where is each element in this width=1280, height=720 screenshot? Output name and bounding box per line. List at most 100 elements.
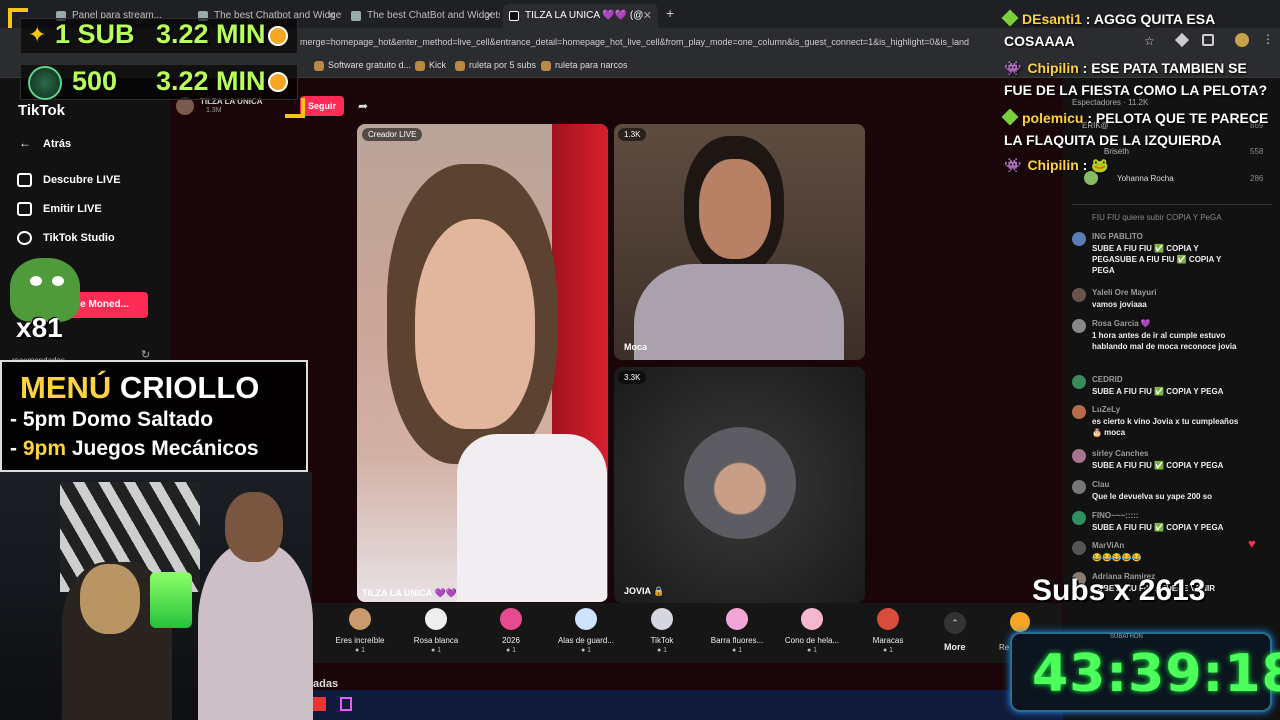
gift-name: TikTok bbox=[650, 636, 674, 645]
nav-tiktok-studio[interactable]: TikTok Studio bbox=[17, 231, 115, 245]
frame-corner bbox=[8, 8, 28, 28]
diamond-icon bbox=[1001, 9, 1019, 27]
app-icon[interactable] bbox=[312, 697, 326, 711]
gift-item[interactable]: Eres increíble ● 1 bbox=[325, 608, 395, 654]
webcam-feed bbox=[0, 472, 313, 720]
bookmark-item[interactable]: Software gratuito d... bbox=[314, 60, 411, 71]
chat-username[interactable]: Clau bbox=[1092, 480, 1109, 489]
tiktok-gift-icon bbox=[651, 608, 673, 630]
chat-username[interactable]: CEDRID bbox=[1092, 375, 1123, 384]
clock-icon bbox=[268, 26, 288, 46]
gift-item[interactable]: Rosa blanca ● 1 bbox=[401, 608, 471, 654]
gift-item[interactable]: Alas de guard... ● 1 bbox=[551, 608, 621, 654]
close-tab-icon[interactable]: ✕ bbox=[643, 4, 652, 28]
chevron-up-icon[interactable]: ⌃ bbox=[944, 612, 966, 634]
avatar bbox=[1072, 449, 1086, 463]
follow-button[interactable]: Seguir bbox=[300, 96, 344, 116]
nav-go-live[interactable]: Emitir LIVE bbox=[17, 202, 102, 216]
app-icon[interactable] bbox=[340, 697, 352, 711]
guest-video-moca[interactable] bbox=[614, 124, 865, 360]
chat-text: Que le devuelva su yape 200 so bbox=[1092, 492, 1213, 501]
guest-name: JOVIA 🔒 bbox=[624, 586, 665, 596]
menu-title-b: CRIOLLO bbox=[119, 370, 260, 405]
gift-name: Barra fluores... bbox=[710, 636, 764, 645]
bookmark-item[interactable]: ruleta por 5 subs bbox=[455, 60, 536, 71]
gift-item[interactable]: 2026 ● 1 bbox=[476, 608, 546, 654]
nav-label: Descubre LIVE bbox=[43, 174, 121, 186]
menu-item-label: Domo Saltado bbox=[71, 408, 214, 431]
recharge-button[interactable]: Re bbox=[999, 643, 1009, 652]
chat-username[interactable]: MarViAn bbox=[1092, 541, 1124, 550]
chat-username[interactable]: Rosa Garcia 💜 bbox=[1092, 319, 1151, 328]
host-badge: Creador LIVE bbox=[362, 128, 423, 141]
gift-price-value: 1 bbox=[587, 647, 592, 654]
studio-icon bbox=[17, 231, 32, 245]
camera-icon bbox=[17, 202, 32, 216]
sub-goal-count: 1 SUB bbox=[55, 19, 135, 49]
viewer-count-badge: 1.3K bbox=[618, 128, 647, 141]
new-year-gift-icon bbox=[500, 608, 522, 630]
menu-title: MENÚ CRIOLLO bbox=[20, 370, 259, 406]
cat-gift-icon bbox=[349, 608, 371, 630]
heart-icon: ♥ bbox=[1248, 536, 1256, 551]
gift-price: ● 1 bbox=[505, 647, 517, 654]
gift-price-value: 1 bbox=[512, 647, 517, 654]
gift-item[interactable]: Maracas ● 1 bbox=[853, 608, 923, 654]
overlay-chat-message: 👾 Chipilin : 🐸 bbox=[1004, 157, 1109, 173]
coin-icon[interactable] bbox=[1010, 612, 1030, 632]
host-video[interactable] bbox=[357, 124, 608, 602]
overlay-chat-message: 👾 Chipilin : ESE PATA TAMBIEN SE FUE DE L… bbox=[1004, 60, 1268, 98]
chat-username[interactable]: LuZeLy bbox=[1092, 405, 1120, 414]
gift-item[interactable]: Barra fluores... ● 1 bbox=[702, 608, 772, 654]
nav-back[interactable]: ← Atrás bbox=[17, 136, 71, 150]
chat-text: vamos joviaaa bbox=[1092, 300, 1147, 309]
section-heading: adas bbox=[313, 678, 339, 690]
chat-username[interactable]: ING PABLITO bbox=[1092, 232, 1143, 241]
overlay-chat-text: 🐸 bbox=[1091, 157, 1109, 173]
close-tab-icon[interactable]: ✕ bbox=[485, 4, 494, 28]
gift-price-value: 1 bbox=[361, 647, 366, 654]
face-shape bbox=[415, 219, 535, 429]
gift-name: Cono de hela... bbox=[784, 636, 840, 645]
person-left-hair bbox=[80, 564, 140, 634]
browser-tab-active[interactable]: TILZA LA UNICA 💜💜 (@ ✕ bbox=[503, 4, 658, 28]
avatar bbox=[1072, 232, 1086, 246]
coin-goal-count: 500 bbox=[72, 66, 118, 96]
timer-caption: SUBATHON bbox=[1110, 634, 1143, 640]
overlay-chat-user: polemicu bbox=[1022, 110, 1084, 126]
chat-system-message: FIU FIU quiere subir COPIA Y PeGA bbox=[1092, 213, 1222, 222]
more-gifts-button[interactable]: More bbox=[944, 642, 966, 652]
bookmark-item[interactable]: Kick bbox=[415, 60, 446, 71]
close-tab-icon[interactable]: ✕ bbox=[327, 4, 336, 28]
chat-username[interactable]: Yaleli Ore Mayuri bbox=[1092, 288, 1156, 297]
gift-item[interactable]: Cono de hela... ● 1 bbox=[777, 608, 847, 654]
gift-item[interactable]: TikTok ● 1 bbox=[627, 608, 697, 654]
new-tab-button[interactable]: + bbox=[666, 5, 674, 21]
gift-price-value: 1 bbox=[738, 647, 743, 654]
gift-name: Rosa blanca bbox=[413, 636, 459, 645]
share-icon[interactable]: ➦ bbox=[358, 99, 368, 113]
guest-name: Moca bbox=[624, 342, 648, 352]
rose-gift-icon bbox=[425, 608, 447, 630]
live-icon bbox=[17, 173, 32, 187]
menu-item: - 5pm Domo Saltado bbox=[10, 408, 214, 431]
streamer-stat: 1.3M bbox=[206, 107, 222, 114]
browser-tab-3[interactable]: The best ChatBot and Widgets ✕ bbox=[345, 4, 500, 28]
chat-username[interactable]: sirley Canches bbox=[1092, 449, 1148, 458]
robot-icon: 👾 bbox=[1004, 157, 1022, 173]
gift-price: ● 1 bbox=[580, 647, 592, 654]
frame-corner bbox=[285, 98, 305, 118]
guest-video-jovia[interactable] bbox=[614, 367, 865, 603]
ice-cream-gift-icon bbox=[801, 608, 823, 630]
tiktok-logo[interactable]: TikTok bbox=[18, 102, 65, 119]
bookmark-item[interactable]: ruleta para narcos bbox=[541, 60, 628, 71]
pepe-eye bbox=[52, 276, 64, 286]
nav-discover-live[interactable]: Descubre LIVE bbox=[17, 173, 121, 187]
chat-username[interactable]: FINO~~~::::: bbox=[1092, 511, 1138, 520]
pepe-eye bbox=[30, 276, 42, 286]
chat-text: es cierto k vino Jovia x tu cumpleaños 🎂… bbox=[1092, 417, 1239, 437]
nav-label: Emitir LIVE bbox=[43, 203, 102, 215]
viewer-count-badge: 3.3K bbox=[618, 371, 647, 384]
glowstick-gift-icon bbox=[726, 608, 748, 630]
url-field[interactable]: merge=homepage_hot&enter_method=live_cel… bbox=[300, 32, 1000, 52]
